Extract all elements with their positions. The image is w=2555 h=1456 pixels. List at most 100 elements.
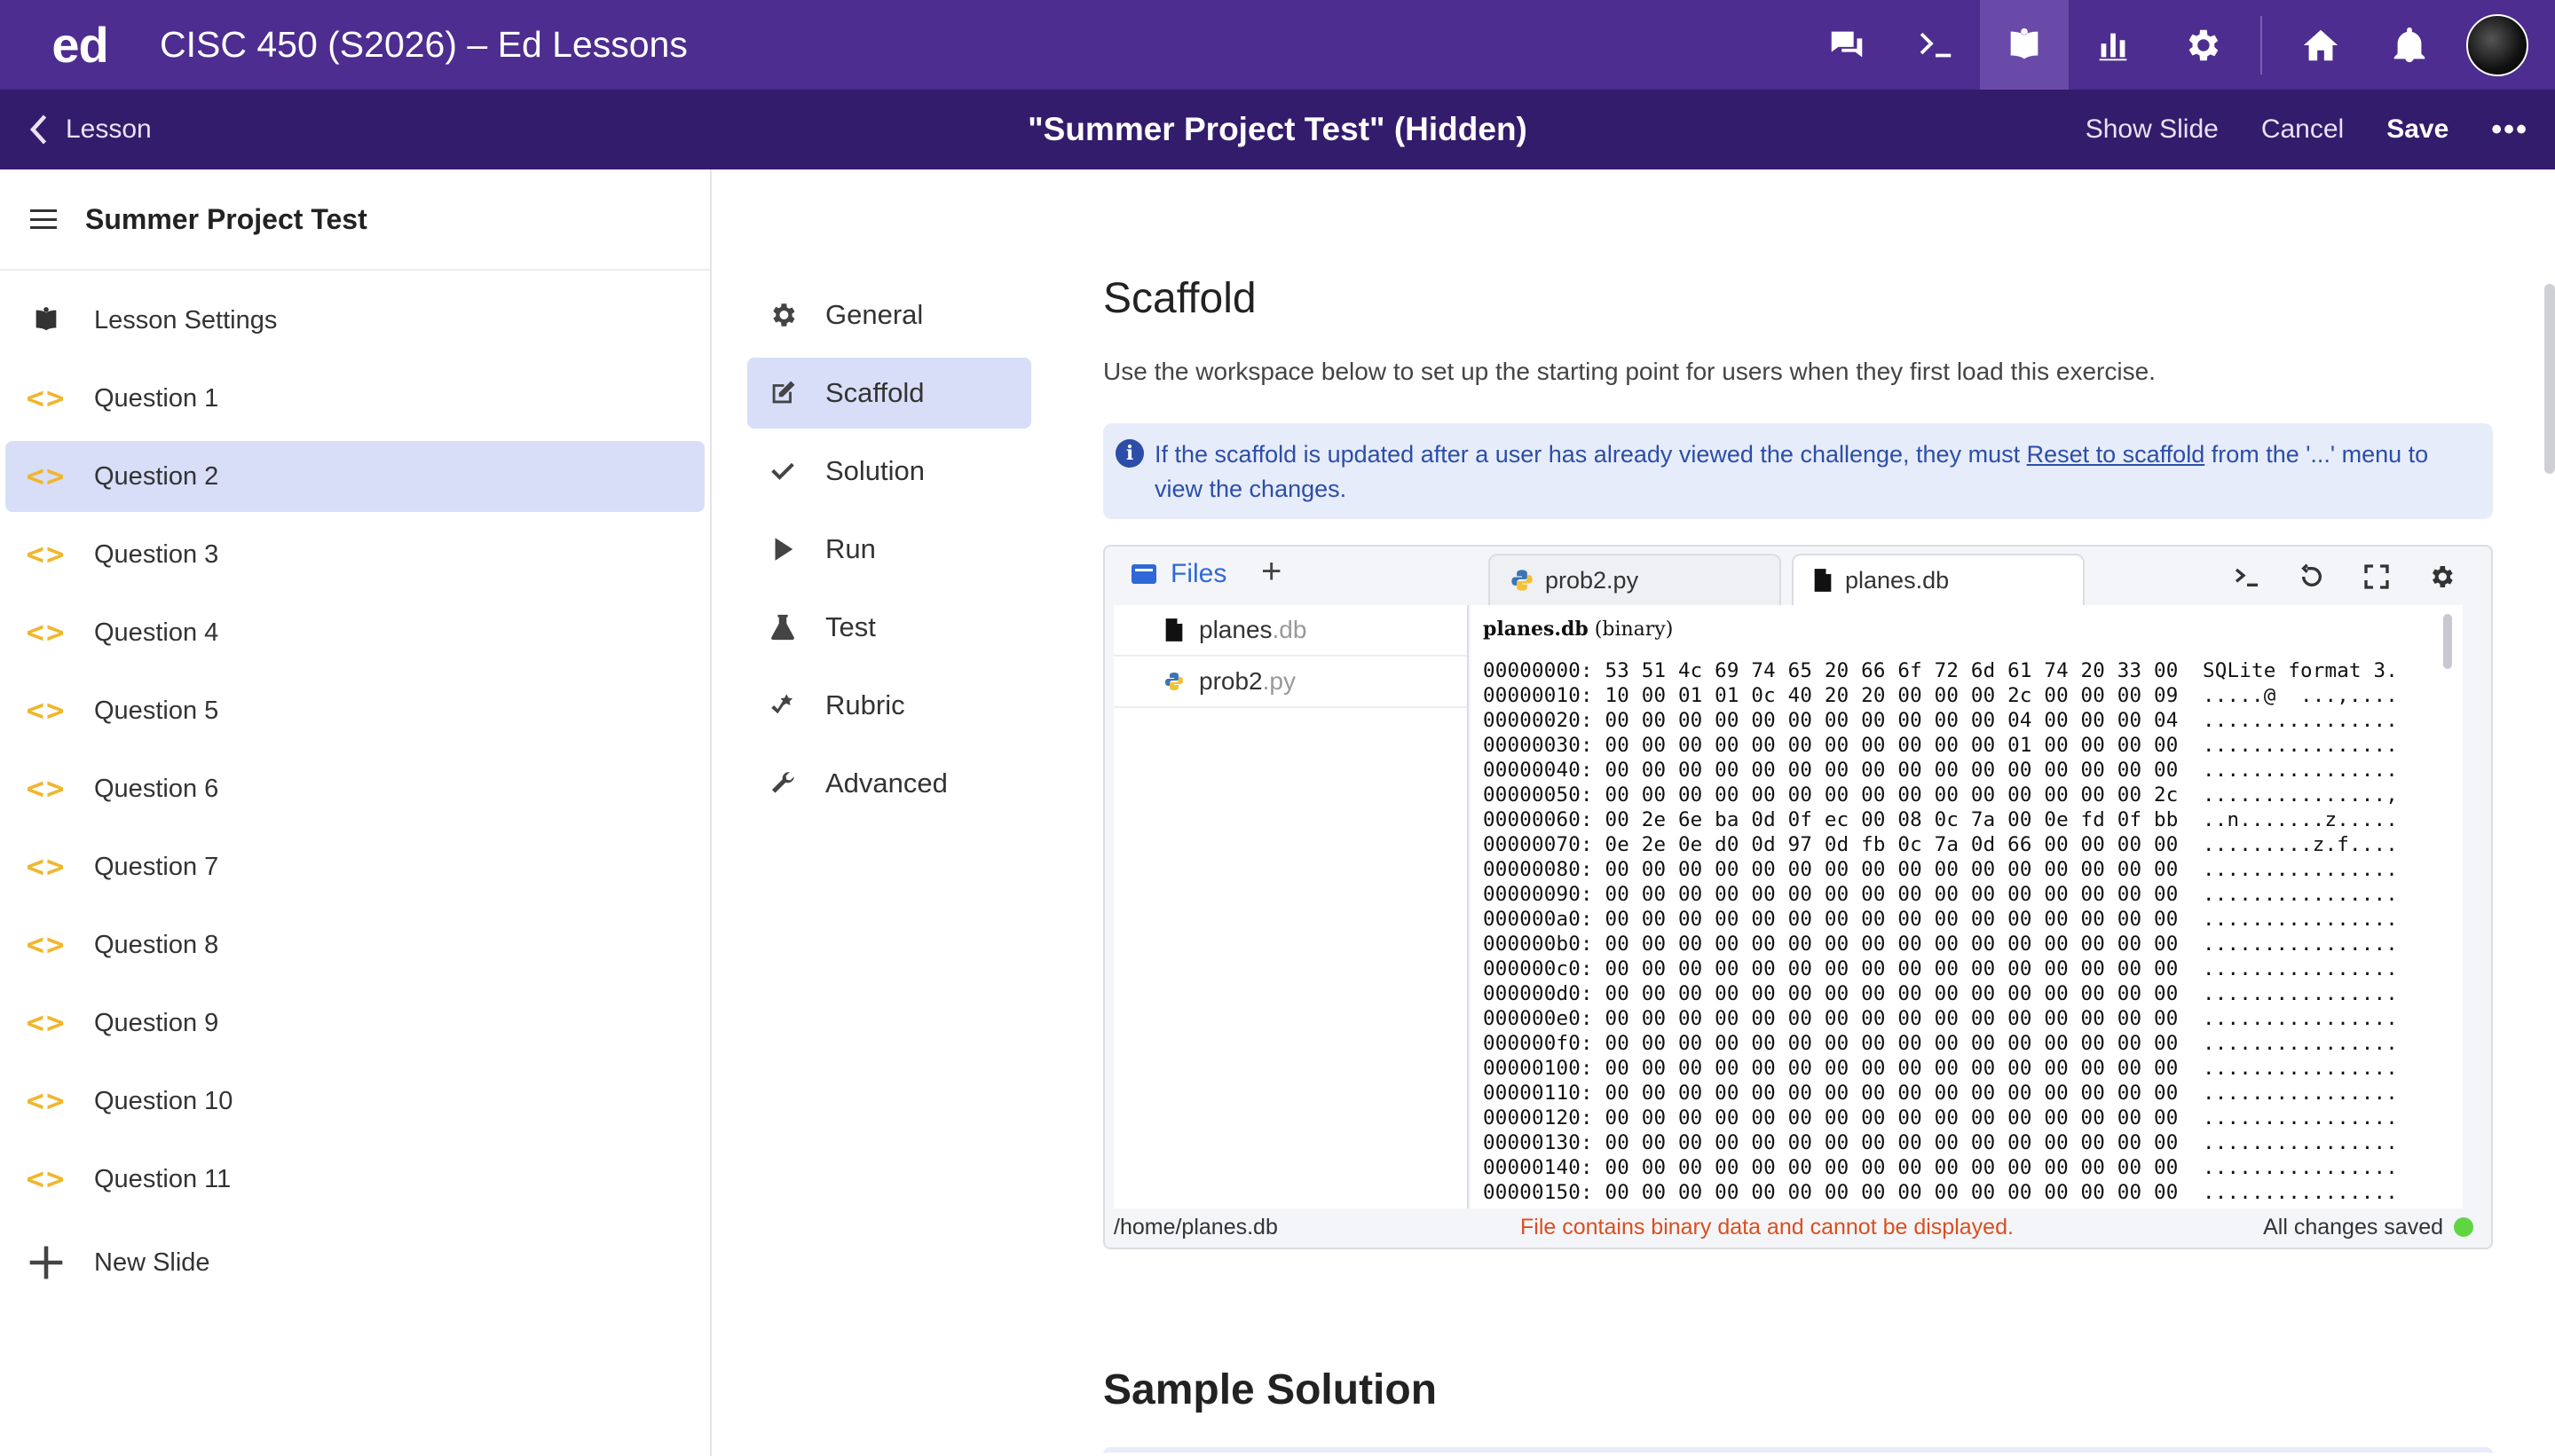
play-icon <box>767 533 799 565</box>
hex-line: 00000090: 00 00 00 00 00 00 00 00 00 00 … <box>1483 883 2398 906</box>
sidebar-item-question-7[interactable]: <> Question 7 <box>5 831 705 902</box>
page-scrollbar[interactable] <box>2544 284 2555 474</box>
tab-test[interactable]: Test <box>747 592 1031 663</box>
section-heading-sample-solution: Sample Solution <box>1103 1366 1438 1413</box>
tab-advanced[interactable]: Advanced <box>747 748 1031 819</box>
sidebar-item-label: Lesson Settings <box>94 305 278 334</box>
tab-general[interactable]: General <box>747 279 1031 350</box>
wrench-icon <box>767 767 799 799</box>
hex-file-name: planes.db <box>1483 618 1589 641</box>
sidebar-item-question-11[interactable]: <> Question 11 <box>5 1144 705 1215</box>
hex-line: 000000f0: 00 00 00 00 00 00 00 00 00 00 … <box>1483 1032 2398 1055</box>
file-tab-planes-db[interactable]: planes.db <box>1792 554 2085 605</box>
sidebar-header: Summer Project Test <box>0 169 710 271</box>
code-icon: <> <box>26 537 67 572</box>
fullscreen-icon[interactable] <box>2344 559 2409 594</box>
code-icon: <> <box>26 381 67 416</box>
tree-item-planes-db[interactable]: planes .db <box>1114 605 1467 657</box>
show-slide-button[interactable]: Show Slide <box>2086 114 2219 145</box>
document-icon <box>1814 569 1832 592</box>
analytics-icon[interactable] <box>2069 0 2157 90</box>
hex-file-suffix: (binary) <box>1588 618 1674 641</box>
tab-scaffold[interactable]: Scaffold <box>747 358 1031 429</box>
save-status: All changes saved <box>2263 1215 2473 1240</box>
more-options-icon[interactable]: ••• <box>2491 113 2528 147</box>
sidebar-item-label: Question 10 <box>94 1086 233 1115</box>
sidebar-item-label: Question 5 <box>94 696 219 725</box>
workspace-settings-icon[interactable] <box>2409 559 2473 594</box>
sidebar-item-question-1[interactable]: <> Question 1 <box>5 363 705 434</box>
lessons-icon[interactable] <box>1980 0 2069 90</box>
file-tab-prob2-py[interactable]: prob2.py <box>1488 554 1781 605</box>
folder-icon <box>1132 564 1156 584</box>
code-icon: <> <box>26 927 67 963</box>
files-toggle[interactable]: Files <box>1132 559 1226 589</box>
reset-icon[interactable] <box>2279 559 2344 594</box>
lesson-settings-icon <box>25 304 67 336</box>
binary-warning: File contains binary data and cannot be … <box>1520 1214 2014 1240</box>
save-button[interactable]: Save <box>2386 114 2449 145</box>
sidebar-item-question-10[interactable]: <> Question 10 <box>5 1066 705 1137</box>
hex-dump: 00000000: 53 51 4c 69 74 65 20 66 6f 72 … <box>1483 658 2463 1205</box>
tab-solution[interactable]: Solution <box>747 436 1031 507</box>
hex-line: 00000060: 00 2e 6e ba 0d 0f ec 00 08 0c … <box>1483 808 2398 831</box>
tab-rubric[interactable]: Rubric <box>747 670 1031 741</box>
nav-label: Solution <box>825 455 926 486</box>
hex-line: 00000030: 00 00 00 00 00 00 00 00 00 00 … <box>1483 734 2398 757</box>
workspace-status-bar: /home/planes.db File contains binary dat… <box>1105 1207 2491 1247</box>
sidebar-item-question-2[interactable]: <> Question 2 <box>5 441 705 512</box>
new-slide-label: New Slide <box>94 1247 210 1277</box>
hex-scrollbar[interactable] <box>2443 614 2452 669</box>
code-workspace: Files + prob2.py planes.db planes .db pr… <box>1103 545 2493 1249</box>
hex-line: 000000e0: 00 00 00 00 00 00 00 00 00 00 … <box>1483 1007 2398 1030</box>
sidebar-item-question-4[interactable]: <> Question 4 <box>5 597 705 668</box>
sidebar-item-label: Question 6 <box>94 774 219 803</box>
hex-line: 00000040: 00 00 00 00 00 00 00 00 00 00 … <box>1483 759 2398 782</box>
reset-to-scaffold-link[interactable]: Reset to scaffold <box>2027 441 2205 468</box>
notifications-icon[interactable] <box>2365 0 2454 90</box>
python-icon <box>1511 570 1533 591</box>
sidebar-item-question-5[interactable]: <> Question 5 <box>5 675 705 746</box>
nav-label: General <box>825 299 924 330</box>
sidebar-item-question-3[interactable]: <> Question 3 <box>5 519 705 590</box>
sidebar-item-question-9[interactable]: <> Question 9 <box>5 988 705 1059</box>
save-status-text: All changes saved <box>2263 1214 2443 1240</box>
hex-line: 00000120: 00 00 00 00 00 00 00 00 00 00 … <box>1483 1106 2398 1129</box>
back-to-lesson-link[interactable]: Lesson <box>27 114 152 146</box>
course-title[interactable]: CISC 450 (S2026) – Ed Lessons <box>160 24 688 66</box>
file-tab-label: planes.db <box>1845 566 1950 594</box>
check-icon <box>767 455 799 487</box>
chevron-left-icon <box>29 114 47 145</box>
code-icon: <> <box>26 1161 67 1197</box>
tab-run[interactable]: Run <box>747 514 1031 585</box>
menu-icon[interactable] <box>30 209 57 229</box>
hex-line: 000000d0: 00 00 00 00 00 00 00 00 00 00 … <box>1483 982 2398 1005</box>
hex-line: 00000070: 0e 2e 0e d0 0d 97 0d fb 0c 7a … <box>1483 833 2398 856</box>
sidebar-item-question-6[interactable]: <> Question 6 <box>5 753 705 824</box>
workspace-tab-bar: Files + prob2.py planes.db <box>1105 547 2491 605</box>
new-slide-button[interactable]: New Slide <box>5 1227 705 1298</box>
sidebar-item-question-8[interactable]: <> Question 8 <box>5 909 705 980</box>
hex-line: 00000020: 00 00 00 00 00 00 00 00 00 00 … <box>1483 709 2398 732</box>
scaffold-description: Use the workspace below to set up the st… <box>1103 358 2156 385</box>
file-tab-label: prob2.py <box>1545 566 1639 594</box>
rubric-icon <box>767 689 799 721</box>
ed-logo[interactable]: ed <box>0 16 160 74</box>
avatar[interactable] <box>2466 13 2528 76</box>
tree-item-name: prob2 <box>1199 667 1263 695</box>
terminal-icon[interactable] <box>2214 559 2279 594</box>
add-file-button[interactable]: + <box>1261 552 1281 592</box>
tree-item-ext: .py <box>1262 667 1296 695</box>
terminal-icon[interactable] <box>1891 0 1980 90</box>
sidebar-item-label: Question 4 <box>94 618 219 647</box>
discussion-icon[interactable] <box>1802 0 1891 90</box>
edit-icon <box>767 377 799 409</box>
tree-item-prob2-py[interactable]: prob2 .py <box>1114 657 1467 708</box>
workspace-toolbar <box>2214 559 2473 594</box>
cancel-button[interactable]: Cancel <box>2261 114 2344 145</box>
files-label: Files <box>1171 559 1227 588</box>
binary-hex-viewer[interactable]: planes.db (binary) 00000000: 53 51 4c 69… <box>1471 605 2463 1208</box>
sidebar-item-lesson-settings[interactable]: Lesson Settings <box>5 285 705 356</box>
settings-icon[interactable] <box>2157 0 2246 90</box>
home-icon[interactable] <box>2276 0 2365 90</box>
